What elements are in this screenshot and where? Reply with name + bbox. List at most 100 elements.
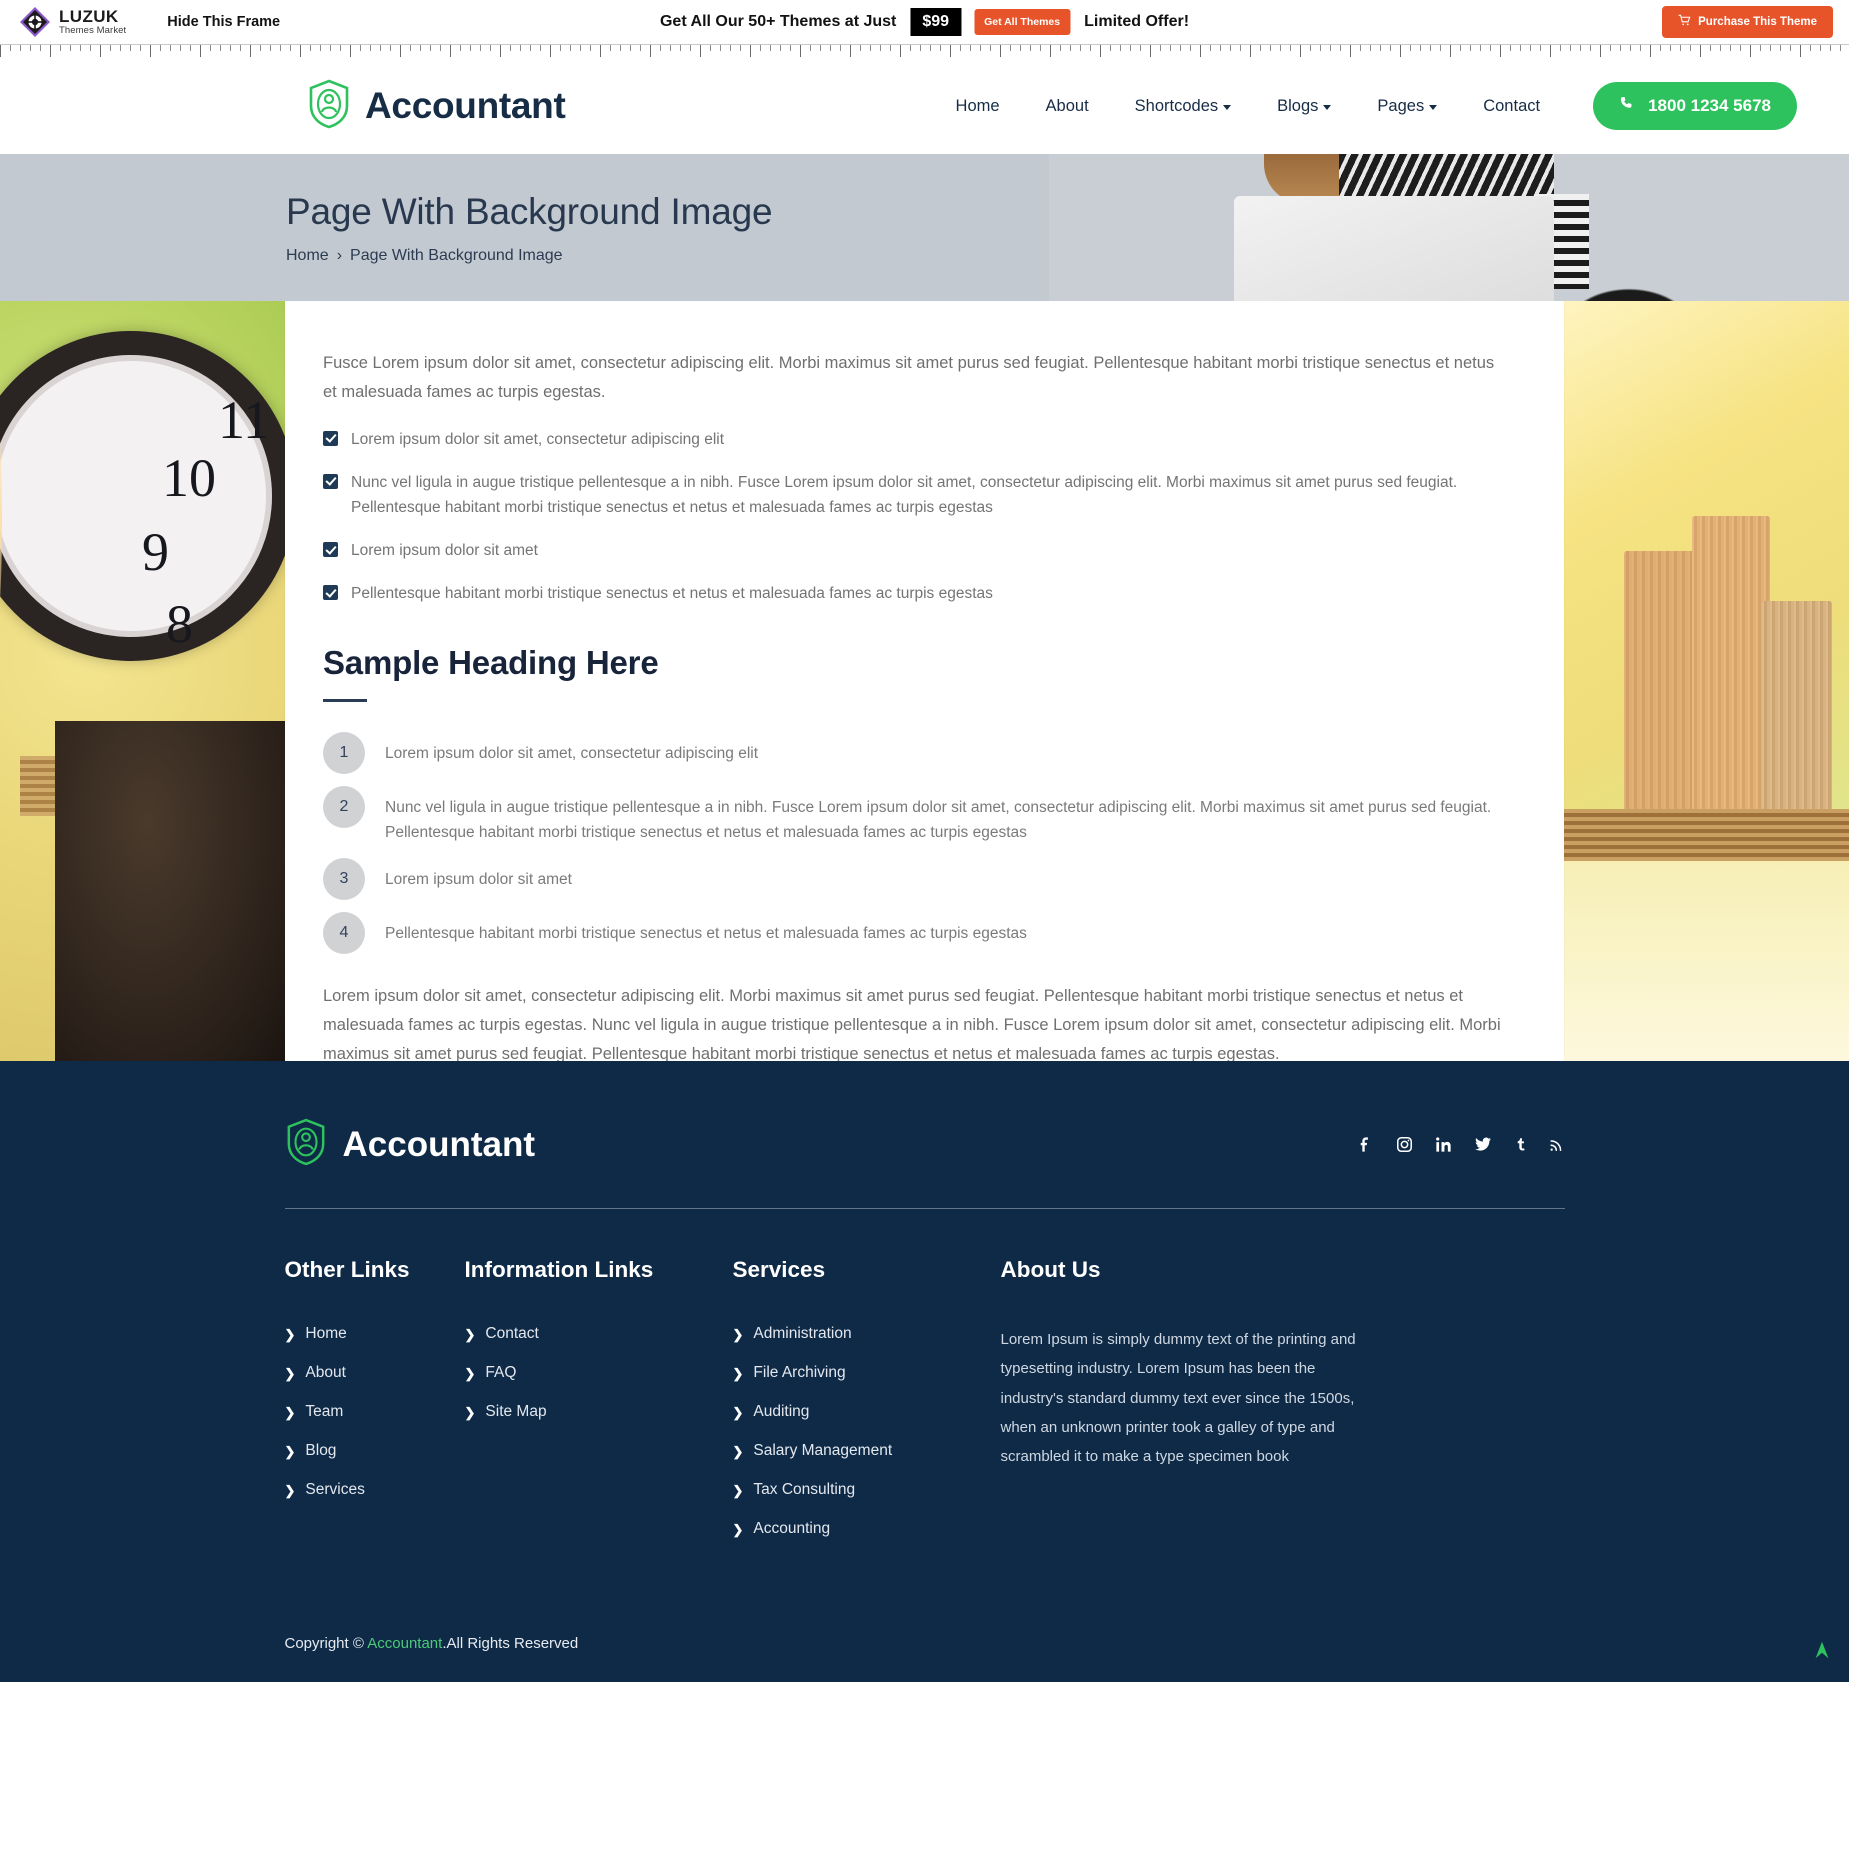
main-navigation: Home About Shortcodes Blogs Pages Contac… xyxy=(933,82,1797,130)
footer-link-accounting[interactable]: ❯ Accounting xyxy=(733,1520,1001,1538)
footer-link-tax-consulting[interactable]: ❯ Tax Consulting xyxy=(733,1481,1001,1499)
footer-link-label: Salary Management xyxy=(753,1442,893,1459)
numbered-list-text: Pellentesque habitant morbi tristique se… xyxy=(385,924,1027,942)
nav-item-home[interactable]: Home xyxy=(933,97,1023,116)
breadcrumb-separator-icon: › xyxy=(336,246,343,264)
phone-number-label: 1800 1234 5678 xyxy=(1648,96,1771,115)
checkbox-checked-icon[interactable] xyxy=(323,430,338,446)
footer-link-services[interactable]: ❯ Services xyxy=(285,1481,465,1499)
twitter-icon[interactable] xyxy=(1473,1135,1493,1154)
nav-item-about[interactable]: About xyxy=(1023,97,1112,116)
footer-link-label: Administration xyxy=(753,1325,852,1342)
clock-number: 9 xyxy=(142,522,169,582)
promo-bar: LUZUK Themes Market Hide This Frame Get … xyxy=(0,0,1849,44)
footer-column-information-links: Information Links ❯ Contact ❯ FAQ ❯ Site Ma… xyxy=(465,1257,733,1559)
chevron-right-icon: ❯ xyxy=(464,1365,476,1381)
nav-label: Blogs xyxy=(1277,96,1319,115)
get-all-themes-button[interactable]: Get All Themes xyxy=(974,9,1071,35)
phone-cta-button[interactable]: 1800 1234 5678 xyxy=(1593,82,1797,130)
footer-link-file-archiving[interactable]: ❯ File Archiving xyxy=(733,1364,1001,1382)
promo-limited-offer-text: Limited Offer! xyxy=(1084,13,1190,30)
cart-icon xyxy=(1678,14,1691,30)
wood-block-graphic xyxy=(1692,516,1770,831)
footer-link-home[interactable]: ❯ Home xyxy=(285,1325,465,1343)
list-item: Nunc vel ligula in augue tristique pelle… xyxy=(323,470,1509,520)
numbered-list: 1 Lorem ipsum dolor sit amet, consectetu… xyxy=(323,732,1509,954)
chevron-right-icon: ❯ xyxy=(732,1404,744,1420)
numbered-list-text: Nunc vel ligula in augue tristique pelle… xyxy=(385,799,1492,842)
instagram-icon[interactable] xyxy=(1395,1135,1414,1154)
hide-this-frame-button[interactable]: Hide This Frame xyxy=(167,14,280,30)
footer-link-salary-management[interactable]: ❯ Salary Management xyxy=(733,1442,1001,1460)
checklist: Lorem ipsum dolor sit amet, consectetur … xyxy=(323,427,1509,607)
footer-logo[interactable]: Accountant xyxy=(285,1117,536,1172)
site-logo[interactable]: Accountant xyxy=(307,79,566,134)
purchase-this-theme-button[interactable]: Purchase This Theme xyxy=(1662,6,1833,38)
promo-offer-group: Get All Our 50+ Themes at Just $99 Get A… xyxy=(660,8,1189,36)
right-background-image xyxy=(1564,301,1849,1061)
main-section: 11 10 9 8 Fusce Lorem ipsum dolor sit am… xyxy=(0,301,1849,1061)
checkbox-checked-icon[interactable] xyxy=(323,542,338,558)
footer-link-label: Accounting xyxy=(753,1520,831,1537)
clock-number: 8 xyxy=(166,594,193,654)
footer-link-label: FAQ xyxy=(485,1364,517,1381)
footer-link-about[interactable]: ❯ About xyxy=(285,1364,465,1382)
footer-link-label: Blog xyxy=(305,1442,337,1459)
section-heading: Sample Heading Here xyxy=(323,644,659,682)
list-item: 1 Lorem ipsum dolor sit amet, consectetu… xyxy=(323,732,1509,775)
clock-number: 10 xyxy=(162,448,216,508)
breadcrumb-home-link[interactable]: Home xyxy=(286,247,329,265)
footer-link-faq[interactable]: ❯ FAQ xyxy=(465,1364,733,1382)
footer-brand-name: Accountant xyxy=(342,1124,536,1164)
list-item: Lorem ipsum dolor sit amet xyxy=(323,538,1509,563)
footer-link-label: Site Map xyxy=(485,1403,547,1420)
footer-link-team[interactable]: ❯ Team xyxy=(285,1403,465,1421)
footer-column-title: Services xyxy=(732,1257,826,1282)
footer-link-auditing[interactable]: ❯ Auditing xyxy=(733,1403,1001,1421)
nav-label: About xyxy=(1045,96,1089,115)
luzuk-diamond-icon xyxy=(18,5,52,39)
ruler-strip xyxy=(0,44,1849,58)
nav-label: Pages xyxy=(1377,96,1425,115)
copyright-brand-link[interactable]: Accountant xyxy=(367,1635,442,1652)
rss-icon[interactable] xyxy=(1548,1136,1565,1154)
footer-link-blog[interactable]: ❯ Blog xyxy=(285,1442,465,1460)
hero-banner: Page With Background Image Home › Page W… xyxy=(0,154,1849,301)
checkbox-checked-icon[interactable] xyxy=(323,473,338,489)
luzuk-logo[interactable]: LUZUK Themes Market xyxy=(18,5,126,39)
intro-paragraph: Fusce Lorem ipsum dolor sit amet, consec… xyxy=(323,354,1495,401)
footer-link-site-map[interactable]: ❯ Site Map xyxy=(465,1403,733,1421)
footer-link-contact[interactable]: ❯ Contact xyxy=(465,1325,733,1343)
linkedin-icon[interactable] xyxy=(1434,1135,1453,1154)
footer-link-administration[interactable]: ❯ Administration xyxy=(733,1325,1001,1343)
chevron-right-icon: ❯ xyxy=(464,1404,476,1420)
chevron-right-icon: ❯ xyxy=(732,1482,744,1498)
tumblr-icon[interactable] xyxy=(1513,1135,1528,1154)
nav-item-blogs[interactable]: Blogs xyxy=(1254,97,1354,116)
nav-item-shortcodes[interactable]: Shortcodes xyxy=(1112,97,1254,116)
list-item: Pellentesque habitant morbi tristique se… xyxy=(323,581,1509,606)
list-number-badge: 3 xyxy=(323,857,365,900)
chevron-down-icon xyxy=(1429,105,1438,110)
facebook-icon[interactable] xyxy=(1356,1135,1375,1154)
nav-item-pages[interactable]: Pages xyxy=(1354,97,1460,116)
checklist-text: Lorem ipsum dolor sit amet xyxy=(351,542,538,560)
chevron-right-icon: ❯ xyxy=(284,1443,296,1459)
site-brand-name: Accountant xyxy=(365,85,566,126)
breadcrumb-current: Page With Background Image xyxy=(350,246,563,264)
chevron-right-icon: ❯ xyxy=(732,1521,744,1537)
footer-column-services: Services ❯ Administration ❯ File Archiving… xyxy=(733,1257,1001,1559)
page-title: Page With Background Image xyxy=(286,191,773,232)
footer-column-title: Information Links xyxy=(464,1257,654,1282)
nav-item-contact[interactable]: Contact xyxy=(1460,97,1563,116)
list-number-badge: 2 xyxy=(323,786,365,829)
checklist-text: Pellentesque habitant morbi tristique se… xyxy=(351,585,993,603)
checkbox-checked-icon[interactable] xyxy=(323,585,338,601)
scroll-to-top-button[interactable] xyxy=(1811,1638,1833,1666)
footer-link-label: Home xyxy=(305,1325,347,1342)
footer-link-label: Team xyxy=(305,1403,344,1420)
footer-link-label: Auditing xyxy=(753,1403,810,1420)
wood-block-graphic xyxy=(1624,551,1696,831)
left-background-image: 11 10 9 8 xyxy=(0,301,296,1061)
copyright-prefix: Copyright © xyxy=(284,1635,368,1652)
